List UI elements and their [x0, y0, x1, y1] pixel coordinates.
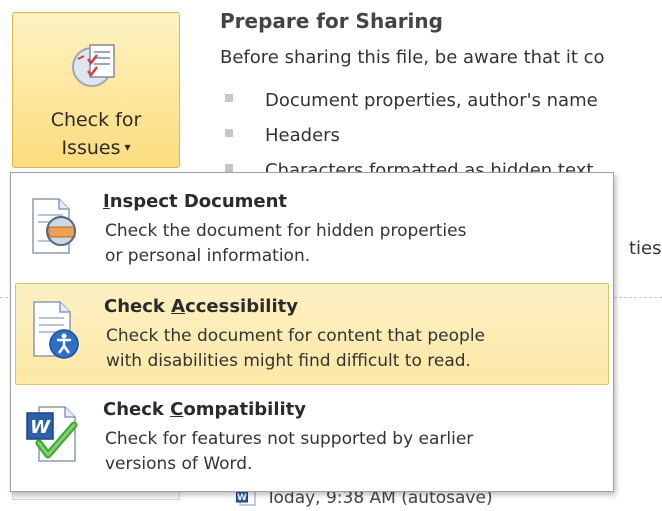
check-for-issues-button[interactable]: Check for Issues ▾	[12, 12, 180, 168]
panel-title: Prepare for Sharing	[220, 9, 443, 33]
menu-item-inspect-document[interactable]: Inspect Document Check the document for …	[15, 179, 609, 281]
description-line: Check the document for content that peop…	[106, 326, 485, 346]
menu-item-title: Inspect Document	[103, 191, 287, 212]
menu-item-title: Check Accessibility	[104, 296, 298, 317]
bullet-item: Document properties, author's name	[225, 90, 655, 111]
description-line: or personal information.	[105, 246, 311, 266]
inspect-document-icon	[25, 195, 85, 257]
check-issues-menu: Inspect Document Check the document for …	[10, 172, 614, 492]
bullet-text: Headers	[265, 125, 340, 146]
menu-item-title: Check Compatibility	[103, 399, 306, 420]
description-line: with disabilities might find difficult t…	[106, 351, 471, 371]
description-line: versions of Word.	[105, 454, 253, 474]
accelerator-key: A	[171, 296, 186, 317]
bullet-text: Document properties, author's name	[265, 90, 598, 111]
description-line: Check for features not supported by earl…	[105, 429, 474, 449]
title-prefix: Check	[103, 399, 171, 420]
panel-description: Before sharing this file, be aware that …	[220, 47, 605, 68]
menu-item-description: Check the document for hidden properties…	[105, 219, 575, 269]
check-issues-icon	[68, 37, 124, 97]
title-prefix: Check	[104, 296, 172, 317]
issues-label-row: Issues ▾	[13, 137, 179, 159]
title-rest: nspect Document	[109, 191, 288, 212]
word-compatibility-icon: W	[25, 403, 85, 465]
bullet-square-icon	[225, 164, 233, 172]
menu-item-description: Check the document for content that peop…	[106, 324, 576, 374]
menu-item-description: Check for features not supported by earl…	[105, 427, 575, 477]
menu-item-check-accessibility[interactable]: Check Accessibility Check the document f…	[15, 283, 609, 385]
svg-text:W: W	[237, 493, 247, 503]
title-rest: ompatibility	[183, 399, 307, 420]
bullet-item: Headers	[225, 125, 655, 146]
issues-label: Issues	[61, 137, 121, 159]
check-for-label: Check for	[50, 109, 142, 131]
svg-text:W: W	[30, 417, 51, 438]
panel-partial-text: ties	[629, 238, 662, 259]
bullet-square-icon	[225, 129, 233, 137]
bullet-square-icon	[225, 94, 233, 102]
accelerator-key: C	[170, 399, 184, 420]
menu-item-check-compatibility[interactable]: W Check Compatibility Check for features…	[15, 387, 609, 489]
accelerator-key: I	[103, 191, 110, 212]
description-line: Check the document for hidden properties	[105, 221, 467, 241]
chevron-down-icon: ▾	[124, 140, 131, 154]
accessibility-icon	[26, 300, 86, 362]
title-rest: ccessibility	[185, 296, 298, 317]
